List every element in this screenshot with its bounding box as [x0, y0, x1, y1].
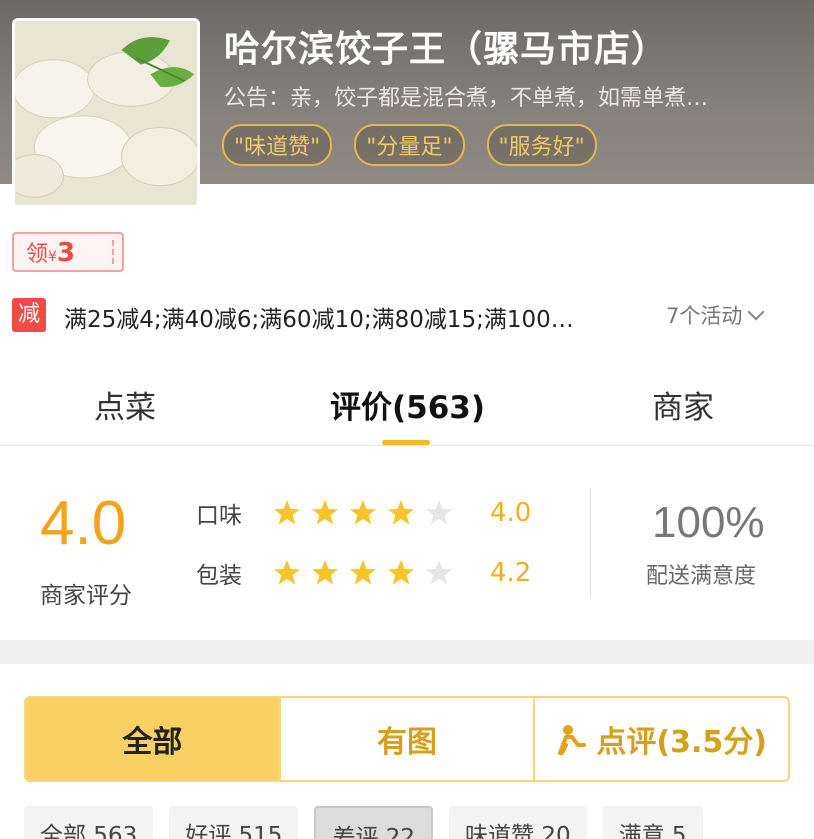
rating-label: 包装 [196, 563, 242, 589]
star-empty-icon [426, 500, 452, 525]
rating-value: 4.2 [490, 558, 532, 588]
dumplings-image [15, 21, 197, 205]
promo-more-button[interactable]: 7个活动 [666, 300, 765, 330]
star-filled-icon [312, 560, 338, 585]
section-divider [0, 640, 814, 664]
star-filled-icon [274, 560, 300, 585]
star-filled-icon [388, 500, 414, 525]
filter-all[interactable]: 全部 [26, 698, 281, 780]
delivery-satisfaction-label: 配送满意度 [646, 564, 757, 589]
star-filled-icon [350, 500, 376, 525]
review-chips: 全部 563 好评 515 差评 22 味道赞 20 满意 5 [24, 806, 703, 839]
shop-title: 哈尔滨饺子王（骡马市店） [224, 29, 669, 70]
star-empty-icon [426, 560, 452, 585]
rating-row-taste: 口味 4.0 [196, 496, 531, 530]
divider [590, 488, 591, 598]
coupon-perforation [112, 240, 114, 264]
active-tab-indicator [382, 440, 430, 445]
reviewer-icon [558, 725, 587, 755]
star-rating [272, 558, 454, 588]
review-filter: 全部 有图 点评(3.5分) [24, 696, 790, 782]
star-filled-icon [350, 560, 376, 585]
star-filled-icon [274, 500, 300, 525]
chip-tasty[interactable]: 味道赞 20 [449, 806, 587, 839]
shop-tags: "味道赞" "分量足" "服务好" [222, 124, 597, 166]
chip-positive[interactable]: 好评 515 [169, 806, 299, 839]
shop-photo[interactable] [12, 18, 200, 208]
rating-value: 4.0 [490, 498, 532, 528]
discount-badge: 减 [12, 298, 46, 332]
shop-notice[interactable]: 公告：亲，饺子都是混合煮，不单煮，如需单煮… [224, 80, 784, 112]
merchant-score: 4.0 [40, 489, 127, 558]
chevron-down-icon [747, 303, 765, 321]
chip-satisfied[interactable]: 满意 5 [602, 806, 703, 839]
star-filled-icon [388, 560, 414, 585]
tab-reviews[interactable]: 评价(563) [330, 382, 485, 427]
filter-comments[interactable]: 点评(3.5分) [535, 698, 788, 780]
shop-tag: "分量足" [354, 124, 465, 166]
merchant-score-label: 商家评分 [40, 583, 132, 609]
rating-row-packaging: 包装 4.2 [196, 556, 531, 590]
promo-more-label: 7个活动 [666, 304, 743, 328]
shop-tag: "味道赞" [222, 124, 333, 166]
filter-all-label: 全部 [122, 725, 183, 760]
delivery-satisfaction-value: 100% [652, 498, 765, 547]
filter-comments-label: 点评(3.5分) [596, 725, 767, 760]
shop-tag: "服务好" [486, 124, 597, 166]
rating-label: 口味 [196, 503, 242, 529]
coupon-button[interactable]: 领¥3 [12, 232, 124, 272]
chip-negative[interactable]: 差评 22 [314, 806, 434, 839]
chip-all[interactable]: 全部 563 [24, 806, 154, 839]
filter-with-photos[interactable]: 有图 [281, 698, 536, 780]
tab-bar: 点菜 评价(563) 商家 [0, 360, 814, 446]
tab-menu[interactable]: 点菜 [94, 382, 156, 427]
coupon-label: 领¥3 [26, 238, 76, 268]
star-rating [272, 498, 454, 528]
star-filled-icon [312, 500, 338, 525]
filter-photos-label: 有图 [377, 725, 437, 760]
tab-merchant[interactable]: 商家 [652, 382, 714, 427]
promo-text: 满25减4;满40减6;满60减10;满80减15;满100… [64, 307, 574, 333]
